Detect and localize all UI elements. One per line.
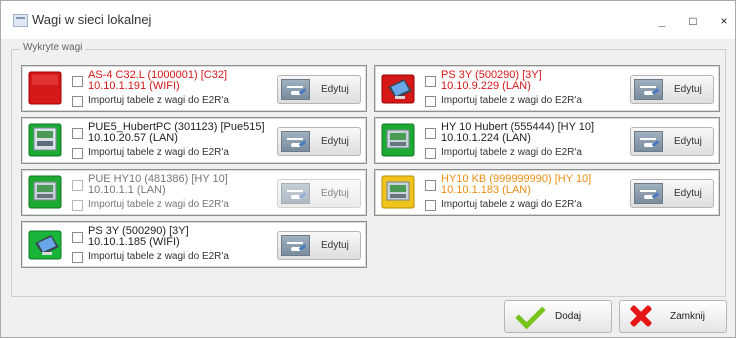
device-address: 10.10.1.224 (LAN) [441,132,531,144]
import-label: Importuj tabele z wagi do E2R'a [441,147,582,158]
select-checkbox[interactable] [425,76,436,87]
green-scale-icon [381,123,415,157]
import-label: Importuj tabele z wagi do E2R'a [441,199,582,210]
edit-button[interactable]: Edytuj [277,127,361,156]
edit-button-label: Edytuj [321,240,349,251]
import-checkbox[interactable] [425,148,436,159]
minimize-button[interactable]: _ [654,13,670,29]
import-checkbox[interactable] [72,200,83,211]
scale-card: HY 10 Hubert (555444) [HY 10] 10.10.1.22… [374,117,720,164]
select-checkbox[interactable] [72,76,83,87]
red-scale-icon [28,71,62,105]
edit-button-label: Edytuj [321,188,349,199]
edit-button[interactable]: Edytuj [630,179,714,208]
import-checkbox[interactable] [72,96,83,107]
window-app-icon [13,14,28,27]
yellow-scale-icon [381,175,415,209]
import-label: Importuj tabele z wagi do E2R'a [88,199,229,210]
edit-button[interactable]: Edytuj [277,231,361,260]
import-checkbox[interactable] [72,252,83,263]
maximize-button[interactable]: □ [685,13,701,29]
select-checkbox[interactable] [425,180,436,191]
edit-button-label: Edytuj [321,84,349,95]
close-window-button[interactable]: × [716,13,732,29]
red-tablet-scale-icon [381,74,415,104]
edit-button-label: Edytuj [674,188,702,199]
green-scale-icon [28,123,62,157]
add-button[interactable]: Dodaj [504,298,612,333]
import-label: Importuj tabele z wagi do E2R'a [88,95,229,106]
select-checkbox[interactable] [72,232,83,243]
select-checkbox[interactable] [72,180,83,191]
edit-button[interactable]: Edytuj [277,179,361,208]
import-checkbox[interactable] [425,96,436,107]
edit-button-label: Edytuj [674,84,702,95]
import-checkbox[interactable] [425,200,436,211]
dialog-window: Wagi w sieci lokalnej _ □ × Wykryte wagi… [0,0,736,338]
device-address: 10.10.1.1 (LAN) [88,184,166,196]
import-label: Importuj tabele z wagi do E2R'a [88,147,229,158]
group-label: Wykryte wagi [20,42,86,53]
green-tablet-scale-icon [28,230,62,260]
check-icon [515,298,546,330]
edit-button-label: Edytuj [674,136,702,147]
select-checkbox[interactable] [425,128,436,139]
edit-button-label: Edytuj [321,136,349,147]
detected-scales-group: Wykryte wagi AS-4 C32.L (1000001) [C32] … [11,42,726,297]
close-button-label: Zamknij [670,311,706,322]
device-address: 10.10.1.191 (WIFI) [88,80,180,92]
scale-card: AS-4 C32.L (1000001) [C32] 10.10.1.191 (… [21,65,367,112]
scale-card: PS 3Y (500290) [3Y] 10.10.1.185 (WIFI) I… [21,221,367,268]
scale-card: HY10 KB (999999990) [HY 10] 10.10.1.183 … [374,169,720,216]
window-title: Wagi w sieci lokalnej [32,12,152,27]
close-button[interactable]: Zamknij [619,300,727,333]
edit-button[interactable]: Edytuj [630,127,714,156]
edit-button[interactable]: Edytuj [630,75,714,104]
device-address: 10.10.20.57 (LAN) [88,132,178,144]
scale-card: PUE HY10 (481386) [HY 10] 10.10.1.1 (LAN… [21,169,367,216]
scale-card: PUE5_HubertPC (301123) [Pue515] 10.10.20… [21,117,367,164]
select-checkbox[interactable] [72,128,83,139]
device-address: 10.10.9.229 (LAN) [441,80,531,92]
import-label: Importuj tabele z wagi do E2R'a [441,95,582,106]
close-x-icon [628,304,652,328]
import-label: Importuj tabele z wagi do E2R'a [88,251,229,262]
green-scale-icon [28,175,62,209]
import-checkbox[interactable] [72,148,83,159]
title-bar: Wagi w sieci lokalnej _ □ × [1,1,735,39]
device-address: 10.10.1.183 (LAN) [441,184,531,196]
edit-button[interactable]: Edytuj [277,75,361,104]
add-button-label: Dodaj [555,311,582,322]
device-address: 10.10.1.185 (WIFI) [88,236,180,248]
scale-card: PS 3Y (500290) [3Y] 10.10.9.229 (LAN) Im… [374,65,720,112]
